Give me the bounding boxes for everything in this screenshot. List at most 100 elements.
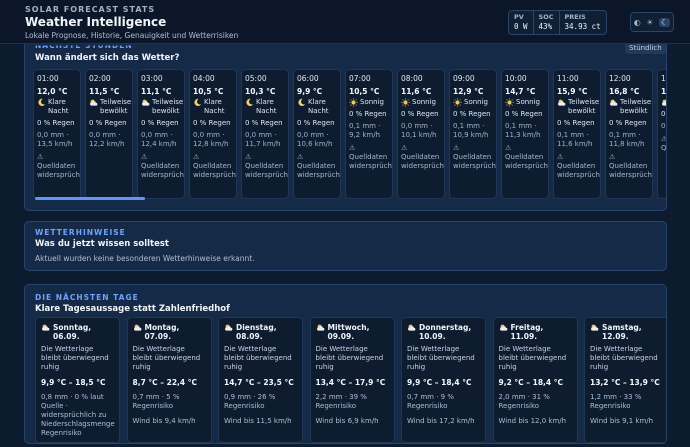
hour-precip-wind: 0,1 mm · 11,8 km/h bbox=[609, 131, 645, 148]
hour-condition-text: Sonnig bbox=[516, 98, 540, 106]
hour-temp: 15,9 °C bbox=[557, 87, 588, 96]
warning-icon: ⚠ bbox=[609, 153, 616, 161]
hour-card: 10:00 14,7 °C Sonnig 0 % Regen 0,1 mm · 11,3… bbox=[501, 69, 549, 199]
stat-value: 34.93 ct bbox=[564, 22, 601, 31]
hour-time: 10:00 bbox=[505, 74, 527, 83]
hour-condition: Sonnig bbox=[505, 98, 545, 107]
hour-warning-text: Q w ch bbox=[661, 144, 667, 152]
day-card: Samstag, 12.09. Die Wetterlage bleibt übe… bbox=[584, 317, 666, 443]
hour-warning-text: Quelldaten widersprüchlich bbox=[349, 153, 392, 170]
hour-temp: 11,6 °C bbox=[401, 87, 432, 96]
hour-time: 04:00 bbox=[193, 74, 215, 83]
hour-card: 01:00 12,0 °C Klare Nacht 0 % Regen 0,0 mm ·… bbox=[33, 69, 81, 199]
day-summary: Die Wetterlage bleibt überwiegend ruhig bbox=[41, 345, 109, 371]
hourly-mode-button[interactable]: Stündlich bbox=[625, 43, 666, 54]
hour-warning: ⚠Quelldaten widersprüchlich bbox=[401, 144, 444, 171]
day-summary: Die Wetterlage bleibt überwiegend ruhig bbox=[224, 345, 292, 371]
partly-cloudy-icon bbox=[89, 98, 98, 107]
hour-rain: 0 bbox=[661, 110, 666, 118]
hour-rain: 0 % Regen bbox=[245, 119, 283, 127]
day-label: Mittwoch, 09.09. bbox=[327, 323, 370, 341]
theme-switch[interactable]: ◐ ☀ ☾ bbox=[630, 12, 674, 32]
dark-theme-icon[interactable]: ☾ bbox=[659, 17, 671, 27]
day-summary: Die Wetterlage bleibt überwiegend ruhig bbox=[315, 345, 384, 371]
moon-icon bbox=[37, 98, 46, 107]
warnings-panel: WETTERHINWEISE Was du jetzt wissen sollt… bbox=[24, 221, 667, 271]
scrollbar-thumb[interactable] bbox=[35, 197, 145, 200]
hour-time: 01:00 bbox=[37, 74, 59, 83]
app-header: SOLAR FORECAST STATS Weather Intelligenc… bbox=[0, 0, 690, 44]
hour-warning-text: Quelldaten widersprüchlich bbox=[141, 162, 184, 179]
day-summary: Die Wetterlage bleibt überwiegend ruhig bbox=[590, 345, 658, 371]
auto-theme-icon[interactable]: ◐ bbox=[634, 18, 641, 27]
hour-precip-wind: 0,0 mm · 11,7 km/h bbox=[245, 131, 281, 148]
hour-condition: Teilweise bewölkt bbox=[89, 98, 132, 116]
hour-warning-text: Quelldaten widersprüchlich bbox=[557, 162, 600, 179]
hour-time: 12:00 bbox=[609, 74, 631, 83]
hour-warning: ⚠Quelldaten widersprüchlich bbox=[37, 153, 80, 180]
warning-icon: ⚠ bbox=[557, 153, 564, 161]
warnings-title: Was du jetzt wissen solltest bbox=[35, 239, 169, 249]
hour-time: 13 bbox=[661, 74, 666, 83]
hour-precip-wind: 0,0 mm · 12,8 km/h bbox=[193, 131, 229, 148]
hour-warning-text: Quelldaten widersprüchlich bbox=[505, 153, 548, 170]
day-precip: 2,0 mm · 31 % Regenrisiko bbox=[498, 393, 550, 410]
day-card: Sonntag, 06.09. Die Wetterlage bleibt übe… bbox=[35, 317, 120, 443]
hour-temp: 14,7 °C bbox=[505, 87, 536, 96]
warning-icon: ⚠ bbox=[193, 153, 200, 161]
hour-time: 06:00 bbox=[297, 74, 319, 83]
hour-warning: ⚠Quelldaten widersprüchlich bbox=[557, 153, 600, 180]
hour-card: 03:00 11,1 °C Teilweise bewölkt 0 % Regen 0,… bbox=[137, 69, 185, 199]
partly-cloudy-icon bbox=[590, 323, 599, 332]
hour-condition: Teilweise bewölkt bbox=[609, 98, 651, 116]
day-card: Mittwoch, 09.09. Die Wetterlage bleibt üb… bbox=[309, 317, 395, 443]
day-header: Freitag, 11.09. bbox=[499, 323, 572, 341]
day-header: Mittwoch, 09.09. bbox=[316, 323, 389, 341]
hour-rain: 0 % Regen bbox=[297, 119, 335, 127]
stat-label: SOC bbox=[538, 13, 554, 21]
day-wind: Wind bis 17,2 km/h bbox=[407, 417, 475, 425]
live-stats: PV 0 W SOC 43% PREIS 34.93 ct bbox=[508, 10, 607, 35]
hour-warning: ⚠Quelldaten widersprüchlich bbox=[193, 153, 236, 180]
app-kicker: SOLAR FORECAST STATS bbox=[25, 5, 156, 14]
day-card: Montag, 07.09. Die Wetterlage bleibt über… bbox=[126, 317, 212, 443]
page-title: Weather Intelligence bbox=[25, 15, 167, 29]
partly-cloudy-icon bbox=[557, 98, 566, 107]
warning-icon: ⚠ bbox=[401, 144, 408, 152]
hour-card: 11:00 15,9 °C Teilweise bewölkt 0 % Regen 0,… bbox=[553, 69, 601, 199]
light-theme-icon[interactable]: ☀ bbox=[646, 18, 653, 27]
hour-warning-text: Quelldaten widersprüchlich bbox=[453, 153, 496, 170]
hour-precip-wind: 0,1 mm · 9,2 km/h bbox=[349, 122, 381, 139]
day-temp-range: 13,2 °C – 13,9 °C bbox=[590, 378, 660, 387]
hour-rain: 0 % Regen bbox=[401, 110, 439, 118]
hour-condition: Sonnig bbox=[453, 98, 493, 107]
day-header: Montag, 07.09. bbox=[133, 323, 206, 341]
hour-time: 08:00 bbox=[401, 74, 423, 83]
sun-icon bbox=[505, 98, 514, 107]
hour-precip-wind: 0,0 mm · 12,4 km/h bbox=[141, 131, 177, 148]
hour-condition: Klare Nacht bbox=[245, 98, 285, 116]
hour-condition-text: Klare Nacht bbox=[256, 98, 277, 115]
day-precip: 0,8 mm · 0 % laut Quelle · widersprüchli… bbox=[41, 393, 115, 437]
hourly-scroller[interactable]: 01:00 12,0 °C Klare Nacht 0 % Regen 0,0 mm ·… bbox=[33, 69, 667, 209]
hour-temp: 10,3 °C bbox=[245, 87, 276, 96]
hour-condition-text: Teilweise bewölkt bbox=[100, 98, 132, 115]
hour-rain: 0 % Regen bbox=[349, 110, 387, 118]
day-card: Freitag, 11.09. Die Wetterlage bleibt übe… bbox=[492, 317, 578, 443]
hour-temp: 9,9 °C bbox=[297, 87, 323, 96]
page-subtitle: Lokale Prognose, Historie, Genauigkeit u… bbox=[25, 31, 239, 40]
hour-condition: Teilweise bewölkt bbox=[557, 98, 599, 116]
warnings-text: Aktuell wurden keine besonderen Wetterhi… bbox=[35, 254, 255, 263]
day-temp-range: 9,9 °C – 18,5 °C bbox=[41, 378, 106, 387]
hour-condition-text: Klare Nacht bbox=[48, 98, 69, 115]
day-summary: Die Wetterlage bleibt überwiegend ruhig bbox=[132, 345, 201, 371]
sun-icon bbox=[401, 98, 410, 107]
hour-time: 03:00 bbox=[141, 74, 163, 83]
day-wind: Wind bis 12,0 km/h bbox=[498, 417, 567, 425]
partly-cloudy-icon bbox=[499, 323, 508, 332]
partly-cloudy-icon bbox=[133, 323, 142, 332]
hour-warning: ⚠Quelldaten widersprüchlich bbox=[609, 153, 652, 180]
day-precip: 0,7 mm · 9 % Regenrisiko bbox=[407, 393, 455, 410]
hour-rain: 0 % Regen bbox=[193, 119, 231, 127]
hour-warning-text: Quelldaten widersprüchlich bbox=[609, 162, 652, 179]
